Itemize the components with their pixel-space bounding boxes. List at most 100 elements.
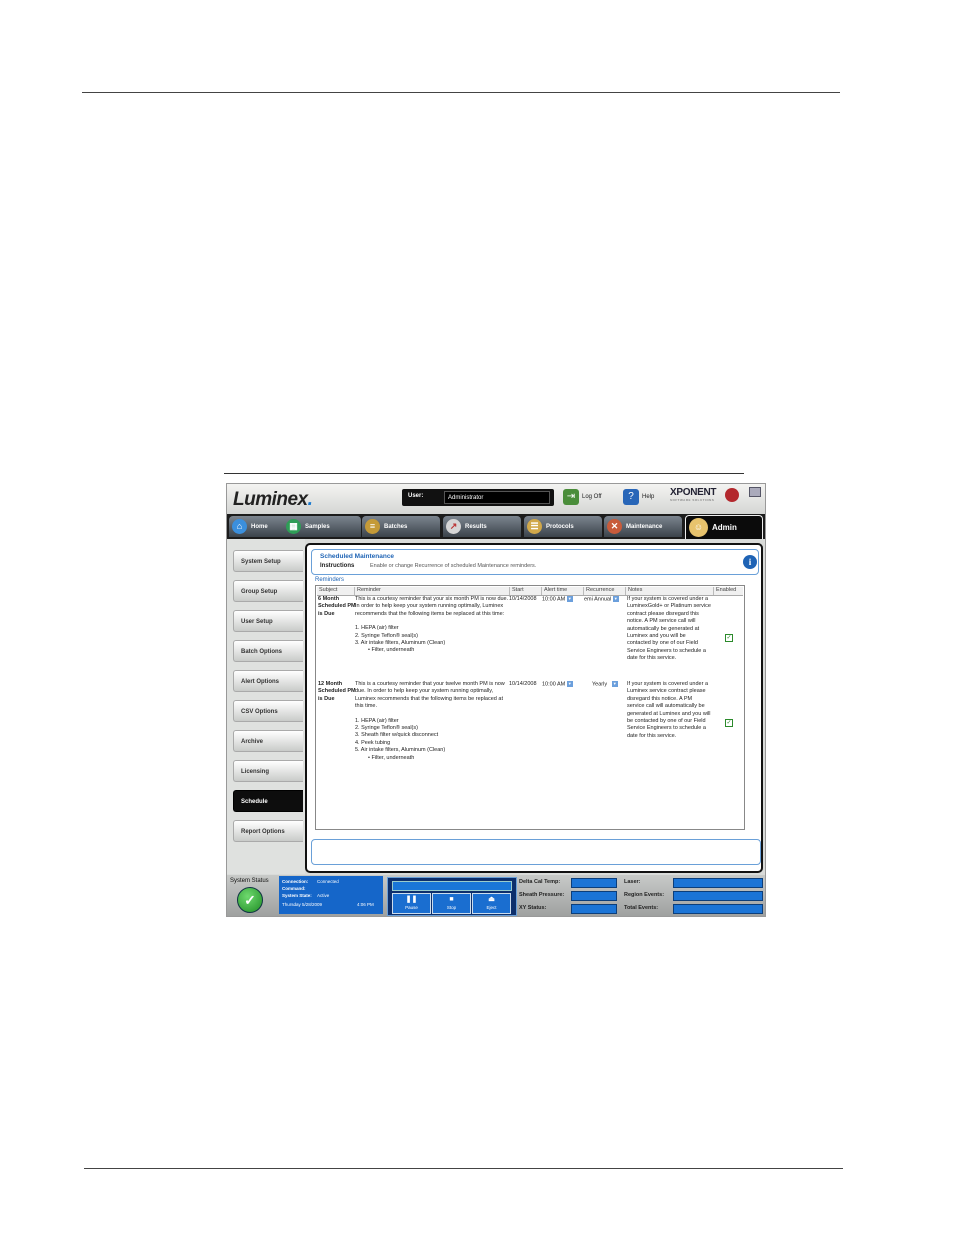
user-box: User: Administrator <box>402 489 554 506</box>
tab-results[interactable]: ↗ Results <box>443 516 521 537</box>
connection-panel: Connection: Connected Command: System St… <box>279 876 383 914</box>
user-field[interactable]: Administrator <box>444 491 550 504</box>
run-controls: ❚❚ Pause ■ Stop ⏏ Eject <box>387 877 517 916</box>
region-events-label: Region Events: <box>624 892 665 898</box>
region-events-meter <box>673 891 763 901</box>
system-status-title: System Status <box>230 878 269 884</box>
tab-batches[interactable]: ≡ Batches <box>362 516 440 537</box>
sidebar-item-system-setup[interactable]: System Setup <box>233 550 303 572</box>
page-footer-rule <box>84 1168 843 1169</box>
sidebar-item-licensing[interactable]: Licensing <box>233 760 303 782</box>
chevron-down-icon[interactable]: ▼ <box>611 681 618 687</box>
row2-start[interactable]: 10/14/2008 <box>509 681 537 688</box>
sidebar-item-alert-options[interactable]: Alert Options <box>233 670 303 692</box>
progress-bar <box>392 881 512 891</box>
row1-item: 3. Air intake filters, Aluminum (Clean) <box>355 640 446 647</box>
schedule-panel: Scheduled Maintenance Instructions Enabl… <box>305 543 763 873</box>
xponent-logo-mark <box>725 488 739 502</box>
protocols-icon: ☰ <box>527 519 542 534</box>
tab-protocols[interactable]: ☰ Protocols <box>524 516 602 537</box>
admin-sidebar: System Setup Group Setup User Setup Batc… <box>227 539 305 874</box>
top-bar: Luminex. User: Administrator ⇥ Log Off ?… <box>227 484 765 514</box>
row1-recurrence[interactable]: emi Annual ▼ <box>584 596 619 604</box>
logoff-icon: ⇥ <box>563 489 579 505</box>
row1-enabled-checkbox[interactable]: ✓ <box>725 634 733 642</box>
sidebar-item-user-setup[interactable]: User Setup <box>233 610 303 632</box>
sidebar-item-report-options[interactable]: Report Options <box>233 820 303 842</box>
column-header-start[interactable]: Start <box>510 587 542 595</box>
row1-reminder-intro: This is a courtesy reminder that your si… <box>355 596 509 617</box>
tab-samples[interactable]: ▦ Samples <box>283 516 361 537</box>
figure-rule <box>224 473 744 474</box>
status-time: 4:06 PM <box>357 902 374 907</box>
chevron-down-icon[interactable]: ▼ <box>566 681 573 687</box>
logoff-button[interactable]: ⇥ Log Off <box>563 488 602 506</box>
command-label: Command: <box>282 886 306 891</box>
status-ok-icon[interactable]: ✓ <box>237 887 263 913</box>
system-state-value: Active <box>317 893 330 898</box>
sheath-pressure-label: Sheath Pressure: <box>519 892 565 898</box>
instructions-text: Enable or change Recurrence of scheduled… <box>370 563 537 569</box>
instructions-label: Instructions <box>320 563 355 569</box>
system-state-label: System State: <box>282 893 312 898</box>
reminders-table: Subject Reminder Start Alert time Recurr… <box>315 585 745 830</box>
sidebar-item-group-setup[interactable]: Group Setup <box>233 580 303 602</box>
sheath-pressure-meter <box>571 891 617 901</box>
scheduled-maintenance-header: Scheduled Maintenance Instructions Enabl… <box>311 549 759 575</box>
luminex-logo: Luminex. <box>233 489 313 510</box>
status-date: Thursday 5/28/2009 <box>282 902 323 907</box>
connection-label: Connection: <box>282 879 309 884</box>
logoff-label: Log Off <box>582 494 602 500</box>
row1-reminder: This is a courtesy reminder that your si… <box>355 596 511 655</box>
pause-icon: ❚❚ <box>405 896 418 903</box>
row2-item: 1. HEPA (air) filter <box>355 717 399 724</box>
column-header-enabled[interactable]: Enabled <box>714 587 744 595</box>
reminders-label: Reminders <box>315 577 345 583</box>
sidebar-item-csv-options[interactable]: CSV Options <box>233 700 303 722</box>
row2-alert-time[interactable]: 10:00 AM ▼ <box>542 681 573 689</box>
row1-item: • Filter, underneath <box>368 647 415 654</box>
luminex-app-window: Luminex. User: Administrator ⇥ Log Off ?… <box>226 483 766 917</box>
chevron-down-icon[interactable]: ▼ <box>612 596 619 602</box>
stop-button[interactable]: ■ Stop <box>432 893 471 914</box>
column-header-recurrence[interactable]: Recurrence <box>584 587 626 595</box>
row1-item: 2. Syringe Teflon® seal(s) <box>355 632 418 639</box>
row2-item: 4. Peek tubing <box>355 739 391 746</box>
info-icon[interactable]: i <box>743 555 757 569</box>
column-header-reminder[interactable]: Reminder <box>355 587 510 595</box>
results-icon: ↗ <box>446 519 461 534</box>
xponent-logo: XPONENT SOFTWARE SOLUTIONS <box>670 487 717 502</box>
delta-cal-temp-label: Delta Cal Temp: <box>519 879 561 885</box>
row2-notes: If your system is covered under a Lumine… <box>627 681 711 739</box>
column-header-alert-time[interactable]: Alert time <box>542 587 584 595</box>
row2-item: 2. Syringe Teflon® seal(s) <box>355 725 418 732</box>
row2-reminder-intro: This is a courtesy reminder that your tw… <box>355 681 505 710</box>
page-header-rule <box>82 92 840 93</box>
row1-alert-time[interactable]: 10:00 AM ▼ <box>542 596 573 604</box>
row1-item: 1. HEPA (air) filter <box>355 625 399 632</box>
column-header-notes[interactable]: Notes <box>626 587 714 595</box>
xy-status-label: XY Status: <box>519 905 547 911</box>
laser-label: Laser: <box>624 879 641 885</box>
column-header-subject[interactable]: Subject <box>317 587 355 595</box>
user-label: User: <box>408 493 424 499</box>
row2-recurrence[interactable]: Yearly ▼ <box>592 681 618 689</box>
sidebar-item-schedule[interactable]: Schedule <box>233 790 303 812</box>
status-bar: System Status ✓ Connection: Connected Co… <box>227 875 765 916</box>
sidebar-item-archive[interactable]: Archive <box>233 730 303 752</box>
admin-icon: ☺ <box>689 518 708 537</box>
row1-subject: 6 Month Scheduled PM is Due <box>318 596 356 617</box>
row2-item: • Filter, underneath <box>368 754 415 761</box>
tab-admin[interactable]: ☺ Admin <box>685 515 763 539</box>
minimize-icon[interactable] <box>749 487 761 497</box>
laser-meter <box>673 878 763 888</box>
samples-icon: ▦ <box>286 519 301 534</box>
row2-enabled-checkbox[interactable]: ✓ <box>725 719 733 727</box>
row1-start[interactable]: 10/14/2008 <box>509 596 537 603</box>
eject-button[interactable]: ⏏ Eject <box>472 893 511 914</box>
tab-maintenance[interactable]: ✕ Maintenance <box>604 516 682 537</box>
sidebar-item-batch-options[interactable]: Batch Options <box>233 640 303 662</box>
chevron-down-icon[interactable]: ▼ <box>566 596 573 602</box>
pause-button[interactable]: ❚❚ Pause <box>392 893 431 914</box>
help-button[interactable]: ? Help <box>623 488 654 506</box>
